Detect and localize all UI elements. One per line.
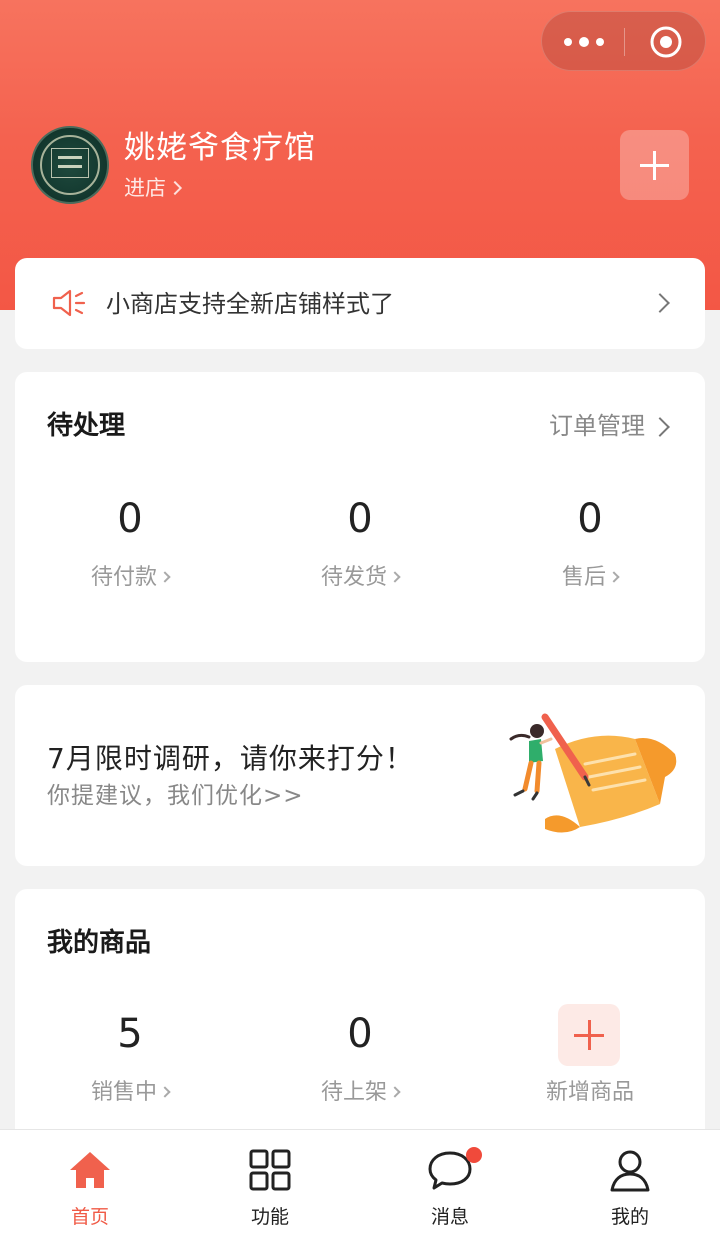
order-management-link[interactable]: 订单管理 [549,408,645,444]
add-goods-icon[interactable] [558,1004,620,1066]
tab-home[interactable]: 首页 [30,1130,150,1244]
miniprogram-capsule [541,11,706,71]
enter-shop-link[interactable]: 进店 [124,173,183,203]
message-badge [466,1147,482,1163]
stat-label: 待发货 [320,565,387,590]
stat-value: 0 [347,496,373,542]
chevron-right-icon [650,293,670,313]
home-icon [70,1152,110,1188]
tab-label: 我的 [610,1206,649,1228]
enter-shop-label: 进店 [124,176,166,200]
tab-bar: 首页 功能 消息 我的 [0,1129,720,1244]
pending-card: 待处理 订单管理 0 待付款 0 待发货 0 售后 [15,372,705,662]
my-goods-card: 我的商品 5 销售中 0 待上架 新增商品 [15,889,705,1149]
stat-value: 0 [117,496,143,542]
tab-label: 消息 [430,1206,469,1228]
shop-avatar[interactable] [31,126,109,204]
chevron-right-icon [389,1086,401,1098]
survey-banner[interactable]: 7月限时调研，请你来打分！ 你提建议，我们优化>> [15,685,705,866]
avatar-seal-mark [51,148,89,178]
person-icon [610,1150,650,1192]
tab-messages[interactable]: 消息 [390,1130,510,1244]
chevron-right-icon [650,417,670,437]
stat-after-sales[interactable]: 0 售后 [475,494,705,594]
stat-on-sale[interactable]: 5 销售中 [15,1009,245,1109]
goods-title: 我的商品 [47,928,152,958]
stat-pending-listing[interactable]: 0 待上架 [245,1009,475,1109]
stat-label: 销售中 [90,1080,157,1105]
shop-name: 姚姥爷食疗馆 [124,130,316,166]
close-target-icon[interactable] [648,24,684,60]
stat-label: 待付款 [90,565,157,590]
add-button[interactable] [620,130,689,200]
notice-text: 小商店支持全新店铺样式了 [106,290,394,318]
tab-label: 首页 [70,1206,109,1228]
stat-value: 0 [347,1011,373,1057]
stat-pending-shipment[interactable]: 0 待发货 [245,494,475,594]
capsule-divider [624,28,625,56]
chevron-right-icon [159,571,171,583]
tab-functions[interactable]: 功能 [210,1130,330,1244]
chevron-right-icon [389,571,401,583]
tab-mine[interactable]: 我的 [570,1130,690,1244]
speaker-icon [52,289,86,317]
survey-title: 7月限时调研，请你来打分！ [47,742,414,775]
survey-illustration [509,713,677,833]
more-icon[interactable] [564,30,604,54]
survey-subtitle: 你提建议，我们优化>> [47,783,304,809]
notice-bar[interactable]: 小商店支持全新店铺样式了 [15,258,705,349]
add-goods-button[interactable]: 新增商品 [475,1077,705,1109]
grid-icon [249,1149,291,1191]
pending-title: 待处理 [47,411,126,441]
stat-pending-payment[interactable]: 0 待付款 [15,494,245,594]
stat-label: 售后 [561,565,606,590]
stat-value: 0 [577,496,603,542]
tab-label: 功能 [250,1206,289,1228]
chevron-right-icon [159,1086,171,1098]
chevron-right-icon [608,571,620,583]
add-goods-label: 新增商品 [545,1080,634,1105]
stat-label: 待上架 [320,1080,387,1105]
stat-value: 5 [117,1011,143,1057]
chevron-right-icon [167,180,183,196]
